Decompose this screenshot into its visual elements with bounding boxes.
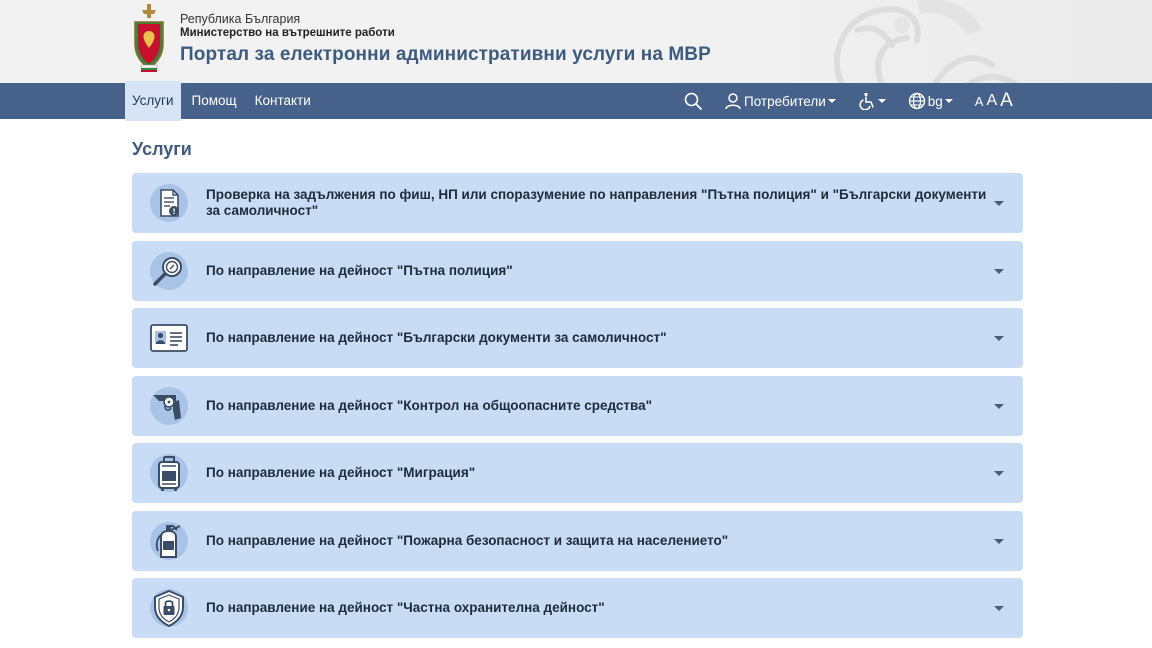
font-normal-button[interactable]: A [986,92,997,110]
document-fine-icon [150,184,188,222]
lion-watermark-icon [834,0,1020,83]
chevron-down-icon [994,606,1004,611]
font-small-label: A [974,93,984,109]
main-navbar: Услуги Помощ Контакти Потребители bg A A… [0,81,1152,121]
users-menu[interactable]: Потребители [724,92,836,110]
page-title: Услуги [132,139,192,159]
chevron-down-icon [994,403,1004,409]
chevron-down-icon [994,268,1004,274]
magnifier-badge-icon [150,251,188,290]
service-item-private-security[interactable]: По направление на дейност "Частна охрани… [132,578,1023,638]
font-large-label: A [1000,90,1013,111]
chevron-down-icon [994,336,1004,341]
service-label: По направление на дейност "Частна охрани… [206,600,605,615]
search-icon[interactable] [684,92,702,110]
service-item-dangerous-means[interactable]: По направление на дейност "Контрол на об… [132,375,1023,436]
chevron-down-icon [827,99,836,103]
shield-lock-icon [150,589,188,628]
chevron-down-icon [994,201,1004,206]
font-decrease-button[interactable]: A [975,94,984,109]
service-label: По направление на дейност "Миграция" [206,465,476,480]
font-size-controls: A A A [975,90,1013,112]
portal-title[interactable]: Портал за електронни административни усл… [180,43,711,67]
globe-icon [908,92,925,110]
language-menu[interactable]: bg [908,92,953,110]
fire-extinguisher-icon [150,521,188,560]
service-label: По направление на дейност "Български док… [206,330,667,345]
service-item-migration[interactable]: По направление на дейност "Миграция" [132,443,1023,503]
chevron-down-icon [944,99,953,103]
id-card-icon [150,324,188,352]
nav-item-help[interactable]: Помощ [185,83,244,119]
service-label: По направление на дейност "Контрол на об… [206,397,653,413]
service-item-identity-documents[interactable]: По направление на дейност "Български док… [132,308,1023,368]
language-label: bg [927,93,943,109]
nav-menu: Услуги Помощ Контакти [125,81,322,121]
republic-name: Република България [180,12,301,26]
nav-item-contacts[interactable]: Контакти [248,83,318,119]
wheelchair-icon [859,92,874,110]
users-label: Потребители [744,93,826,109]
accessibility-menu[interactable] [858,92,886,110]
chevron-down-icon [994,471,1004,476]
font-increase-button[interactable]: A [1000,90,1013,112]
chevron-down-icon [877,99,886,103]
user-icon [725,93,741,110]
service-label: Проверка на задължения по фиш, НП или сп… [206,187,987,218]
main-content: Услуги Проверка на задължения по фиш, НП… [0,138,1152,638]
coat-of-arms-icon [134,4,164,72]
service-label: По направление на дейност "Пожарна безоп… [206,532,729,548]
service-item-traffic-police[interactable]: По направление на дейност "Пътна полиция… [132,240,1023,301]
nav-item-services[interactable]: Услуги [125,81,181,121]
brand[interactable]: Република България Министерство на вътре… [132,4,711,72]
services-list: Проверка на задължения по фиш, НП или сп… [132,173,1023,638]
suitcase-icon [150,454,188,492]
revolver-icon [150,386,188,425]
chevron-down-icon [994,538,1004,544]
site-header: Република България Министерство на вътре… [0,0,1152,83]
service-item-fines-check[interactable]: Проверка на задължения по фиш, НП или сп… [132,173,1023,233]
service-label: По направление на дейност "Пътна полиция… [206,262,513,278]
ministry-name: Министерство на вътрешните работи [180,27,395,39]
nav-tools: Потребители bg A A A [684,83,1013,119]
font-normal-label: A [986,92,998,109]
service-item-fire-safety[interactable]: По направление на дейност "Пожарна безоп… [132,510,1023,571]
